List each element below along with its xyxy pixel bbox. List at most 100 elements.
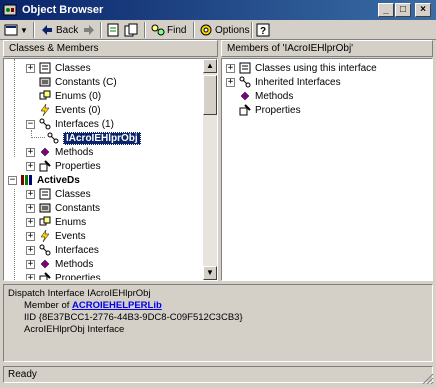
tree-node-interfaces[interactable]: − Interfaces (1)	[26, 118, 114, 130]
scroll-thumb[interactable]	[203, 75, 217, 115]
tree-node-label: Constants	[55, 202, 101, 214]
expand-icon: +	[26, 230, 35, 241]
member-node-label: Inherited Interfaces	[255, 76, 341, 88]
resize-grip-icon[interactable]	[422, 373, 434, 385]
tree-node-label: Constants (C)	[55, 76, 117, 88]
class-icon	[38, 188, 52, 200]
tree-node-label: Events (0)	[55, 104, 101, 116]
member-node-properties[interactable]: Properties	[238, 104, 301, 116]
event-icon	[38, 104, 52, 116]
properties-button[interactable]	[124, 21, 140, 39]
library-icon	[20, 174, 34, 186]
tree-node-events[interactable]: + Events	[26, 230, 86, 242]
back-arrow-icon	[40, 23, 54, 37]
library-link[interactable]: ACROIEHELPERLib	[72, 300, 162, 311]
toolbar-separator	[193, 22, 195, 38]
enum-icon	[38, 90, 52, 102]
options-icon	[199, 23, 213, 37]
expand-icon: +	[26, 202, 35, 213]
interface-icon	[238, 76, 252, 88]
tree-node-label: Enums (0)	[55, 90, 102, 102]
property-icon	[38, 272, 52, 280]
find-icon	[151, 23, 165, 37]
help-icon: ?	[256, 23, 270, 37]
close-button[interactable]: ×	[415, 3, 431, 17]
forward-button[interactable]	[82, 21, 98, 39]
tree-node-label: Enums	[55, 216, 87, 228]
tree-node-enums[interactable]: + Enums	[26, 216, 86, 228]
options-button[interactable]: Options	[199, 21, 249, 39]
help-button[interactable]: ?	[256, 21, 272, 39]
member-node-label: Properties	[255, 104, 301, 116]
member-node-inherited[interactable]: + Inherited Interfaces	[226, 76, 341, 88]
class-icon	[238, 62, 252, 74]
tree-node-interfaces[interactable]: + Interfaces	[26, 244, 99, 256]
minimize-button[interactable]: _	[378, 3, 394, 17]
tree-node-constants[interactable]: Constants (C)	[26, 76, 117, 88]
member-node-classes-using[interactable]: + Classes using this interface	[226, 62, 377, 74]
tree-node-label: Methods	[55, 146, 94, 158]
left-pane-header: Classes & Members	[3, 40, 218, 57]
expand-icon: +	[26, 272, 35, 281]
interface-icon	[46, 132, 60, 144]
view-icon	[4, 23, 18, 37]
toolbar: ▼ Back Find Options ?	[0, 20, 436, 40]
scroll-up-arrow-icon[interactable]: ▲	[203, 59, 217, 73]
expand-icon: +	[26, 146, 35, 157]
method-icon	[38, 258, 52, 270]
find-button[interactable]: Find	[151, 21, 186, 39]
page-icon	[106, 23, 120, 37]
copy-button[interactable]	[106, 21, 122, 39]
svg-text:?: ?	[260, 26, 266, 37]
vertical-scrollbar[interactable]: ▲ ▼	[203, 59, 217, 280]
view-button[interactable]: ▼	[4, 21, 28, 39]
tree-node-iacroiehlprobj[interactable]: IAcroIEHlprObj	[46, 131, 141, 145]
description-summary: AcroIEHlprObj Interface	[24, 324, 125, 335]
interface-icon	[38, 244, 52, 256]
description-iid: IID {8E37BCC1-2776-44B3-9DC8-C09F512C3CB…	[24, 312, 243, 323]
tree-node-classes[interactable]: + Classes	[26, 62, 91, 74]
tree-node-events[interactable]: Events (0)	[26, 104, 101, 116]
expand-icon: +	[26, 160, 35, 171]
scroll-down-arrow-icon[interactable]: ▼	[203, 266, 217, 280]
tree-node-methods[interactable]: + Methods	[26, 258, 93, 270]
expand-icon: +	[26, 62, 35, 73]
event-icon	[38, 230, 52, 242]
members-tree[interactable]: + Classes using this interface + Inherit…	[221, 58, 433, 281]
method-icon	[38, 146, 52, 158]
property-icon	[38, 160, 52, 172]
tree-node-constants[interactable]: + Constants	[26, 202, 100, 214]
window-title: Object Browser	[22, 4, 104, 16]
member-of-label: Member of	[24, 300, 73, 311]
member-node-label: Classes using this interface	[255, 62, 377, 74]
enum-icon	[38, 216, 52, 228]
maximize-button[interactable]: □	[395, 3, 411, 17]
tree-node-label: Methods	[55, 258, 94, 270]
tree-node-activeds[interactable]: − ActiveDs	[8, 174, 80, 186]
tree-line	[31, 137, 45, 138]
description-member-of: Member of ACROIEHELPERLib	[24, 300, 162, 311]
member-node-label: Methods	[255, 90, 294, 102]
selected-node-label: IAcroIEHlprObj	[63, 131, 141, 145]
classes-members-tree[interactable]: + Classes Constants (C) Enums (0) Events…	[3, 58, 218, 281]
member-node-methods[interactable]: Methods	[238, 90, 293, 102]
object-browser-icon	[3, 3, 17, 17]
tree-node-classes[interactable]: + Classes	[26, 188, 91, 200]
expand-icon: +	[226, 76, 235, 87]
class-icon	[38, 62, 52, 74]
tree-node-methods[interactable]: + Methods	[26, 146, 93, 158]
tree-node-properties[interactable]: + Properties	[26, 160, 101, 172]
back-button[interactable]: Back	[40, 21, 78, 39]
object-browser-window: Object Browser _ □ × ▼ Back Find Options…	[0, 0, 436, 387]
tree-line	[14, 59, 15, 157]
pages-icon	[124, 23, 138, 37]
tree-node-label: Properties	[55, 272, 101, 281]
forward-arrow-icon	[82, 23, 96, 37]
tree-node-enums[interactable]: Enums (0)	[26, 90, 101, 102]
tree-node-properties[interactable]: + Properties	[26, 272, 101, 281]
tree-node-label: Classes	[55, 188, 91, 200]
property-icon	[238, 104, 252, 116]
method-icon	[238, 90, 252, 102]
collapse-icon: −	[26, 118, 35, 129]
toolbar-separator	[251, 22, 253, 38]
